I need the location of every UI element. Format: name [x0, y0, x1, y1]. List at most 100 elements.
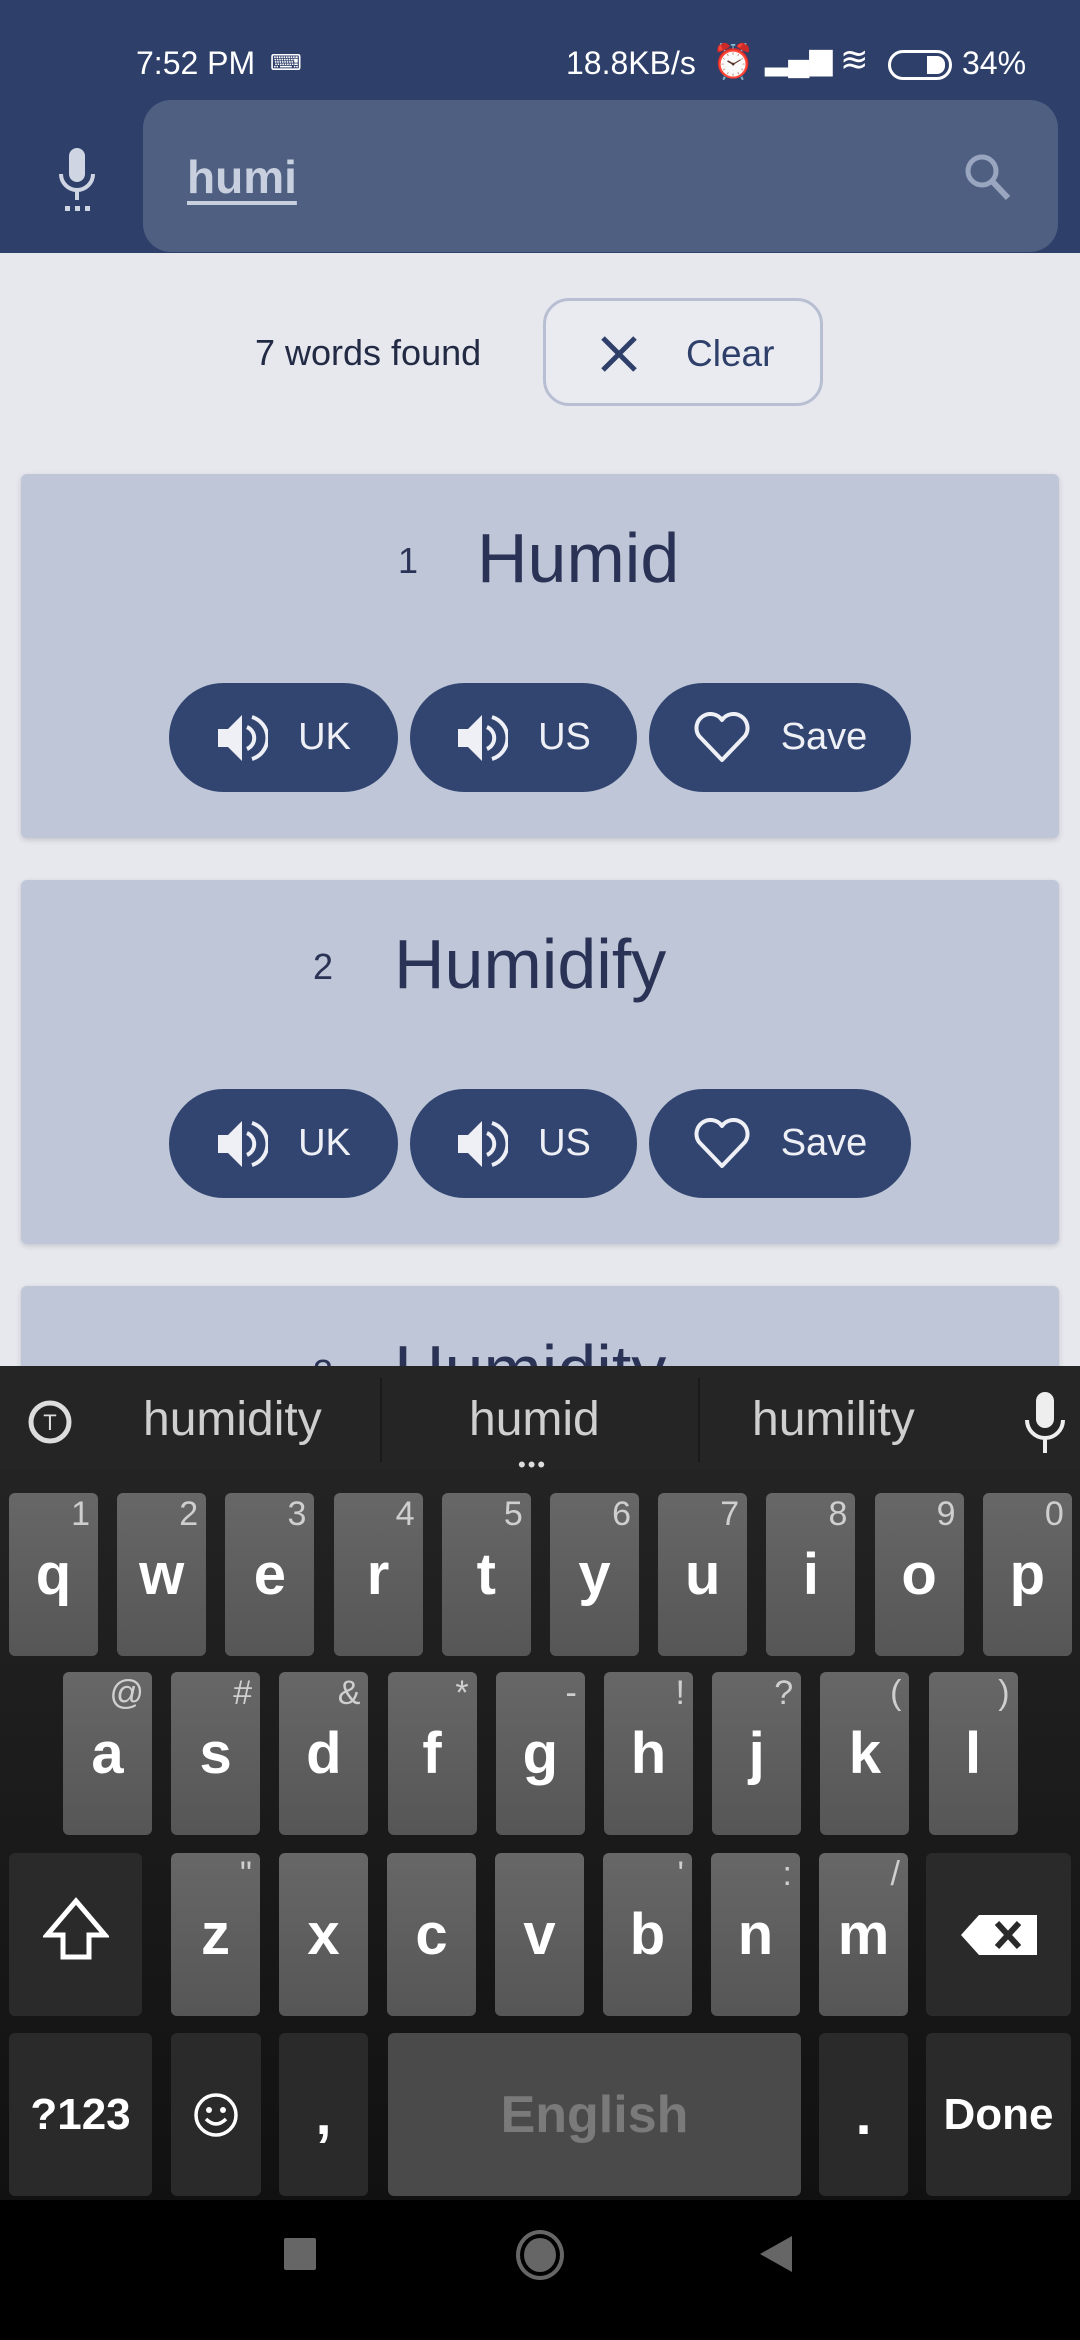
speaker-icon — [458, 1120, 509, 1167]
battery-percent: 34% — [962, 45, 1027, 81]
key-label: ?123 — [30, 2089, 131, 2139]
key-k[interactable]: k( — [820, 1672, 910, 1835]
key-l[interactable]: l) — [928, 1672, 1018, 1835]
save-button[interactable]: Save — [649, 683, 911, 792]
key-label: k — [848, 1721, 882, 1786]
save-button[interactable]: Save — [649, 1089, 911, 1198]
uk-button[interactable]: UK — [169, 1089, 398, 1198]
key-t[interactable]: t5 — [441, 1493, 531, 1656]
suggestion-strip: T humidity humid ••• humility — [0, 1366, 1080, 1477]
key-w[interactable]: w2 — [117, 1493, 207, 1656]
key-label: t — [476, 1542, 496, 1607]
key-label: q — [35, 1542, 72, 1607]
status-bar: 7:52 PM ⌨ 18.8KB/s ⏰ ▂▄▆ ≋ 34% — [0, 0, 1080, 100]
key-hint: 5 — [503, 1495, 523, 1533]
key-hint: ) — [998, 1674, 1010, 1712]
search-icon[interactable] — [963, 152, 1013, 202]
word-card[interactable]: 2 Humidify UK US Save — [21, 880, 1059, 1244]
more-suggestions-icon[interactable]: ••• — [518, 1452, 547, 1478]
key-d[interactable]: d & — [279, 1672, 369, 1835]
suggestion-3[interactable]: humility — [752, 1392, 915, 1447]
key-v[interactable]: v — [495, 1853, 584, 2016]
key-label: d — [306, 1721, 342, 1786]
speaker-icon — [218, 714, 269, 761]
recents-button[interactable] — [284, 2238, 316, 2270]
clear-button[interactable]: Clear — [543, 298, 823, 406]
suggestion-2[interactable]: humid — [469, 1392, 600, 1447]
suggestion-1[interactable]: humidity — [143, 1392, 322, 1447]
key-c[interactable]: c — [387, 1853, 476, 2016]
key-hint: 6 — [612, 1495, 631, 1533]
key-label: a — [91, 1721, 124, 1786]
us-button[interactable]: US — [410, 1089, 637, 1198]
key-a[interactable]: a @ — [63, 1672, 152, 1835]
shift-key[interactable] — [9, 1853, 142, 2016]
key-hint: ( — [890, 1674, 902, 1712]
app-header: humi — [0, 100, 1080, 253]
word-title[interactable]: Humid — [477, 518, 679, 598]
key-r[interactable]: r4 — [333, 1493, 423, 1656]
key-label: y — [578, 1542, 611, 1607]
key-hint: & — [337, 1674, 361, 1712]
backspace-key[interactable] — [926, 1853, 1071, 2016]
uk-label: UK — [298, 716, 351, 758]
key-label: h — [630, 1721, 667, 1786]
key-hint: 4 — [395, 1495, 415, 1533]
search-query[interactable]: humi — [187, 150, 297, 204]
uk-button[interactable]: UK — [169, 683, 398, 792]
key-p[interactable]: p0 — [982, 1493, 1072, 1656]
done-key[interactable]: Done — [926, 2033, 1071, 2196]
key-e[interactable]: e3 — [225, 1493, 315, 1656]
key-b[interactable]: b ' — [603, 1853, 692, 2016]
key-i[interactable]: i8 — [766, 1493, 856, 1656]
navigation-bar — [0, 2200, 1080, 2340]
key-j[interactable]: j? — [712, 1672, 802, 1835]
home-button[interactable] — [516, 2230, 564, 2280]
key-label: English — [500, 2085, 689, 2144]
emoji-key[interactable] — [171, 2033, 261, 2196]
voice-input-icon[interactable] — [1022, 1392, 1068, 1454]
keyboard: T humidity humid ••• humility q1w2e3r4t5… — [0, 1366, 1080, 2200]
key-label: s — [199, 1721, 232, 1786]
period-key[interactable]: . — [819, 2033, 908, 2196]
key-hint: 3 — [287, 1495, 307, 1533]
comma-key[interactable]: , — [279, 2033, 368, 2196]
key-hint: 9 — [936, 1495, 956, 1533]
key-label: w — [139, 1542, 185, 1607]
key-s[interactable]: s # — [171, 1672, 261, 1835]
key-q[interactable]: q1 — [9, 1493, 98, 1656]
search-input[interactable]: humi — [143, 100, 1058, 252]
heart-icon — [694, 711, 750, 762]
speaker-icon — [218, 1120, 269, 1167]
key-label: b — [629, 1902, 666, 1967]
key-u[interactable]: u7 — [658, 1493, 748, 1656]
close-icon — [601, 336, 637, 372]
back-button[interactable] — [760, 2236, 792, 2272]
key-label: j — [748, 1721, 765, 1786]
key-y[interactable]: y6 — [550, 1493, 639, 1656]
word-title[interactable]: Humidify — [394, 924, 666, 1004]
results-count: 7 words found — [255, 332, 482, 373]
microphone-icon[interactable] — [55, 148, 99, 212]
key-f[interactable]: f * — [387, 1672, 477, 1835]
key-hint: 1 — [71, 1495, 90, 1533]
shift-icon — [42, 1896, 109, 1959]
key-m[interactable]: m / — [819, 1853, 908, 2016]
key-h[interactable]: h! — [604, 1672, 693, 1835]
save-label: Save — [780, 1122, 868, 1164]
clear-label: Clear — [686, 333, 775, 374]
key-n[interactable]: n: — [711, 1853, 800, 2016]
key-z[interactable]: z " — [171, 1853, 260, 2016]
key-o[interactable]: o9 — [874, 1493, 964, 1656]
word-card[interactable]: 1 Humid UK US Save — [21, 474, 1059, 838]
key-x[interactable]: x — [279, 1853, 368, 2016]
translate-icon[interactable]: T — [26, 1398, 74, 1446]
key-hint: 8 — [828, 1495, 848, 1533]
key-label: u — [684, 1542, 721, 1607]
key-label: , — [315, 2082, 332, 2147]
symbols-key[interactable]: ?123 — [9, 2033, 152, 2196]
key-g[interactable]: g- — [495, 1672, 585, 1835]
backspace-icon — [960, 1914, 1037, 1955]
space-key[interactable]: English — [388, 2033, 801, 2196]
us-button[interactable]: US — [410, 683, 637, 792]
